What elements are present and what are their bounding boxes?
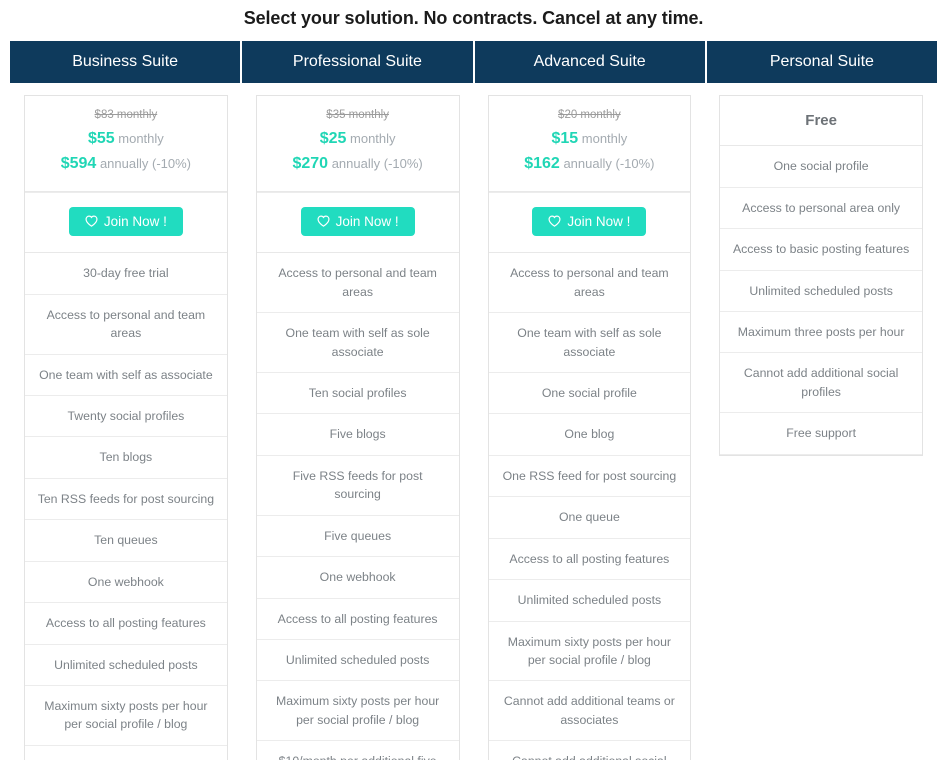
feature-item: One blog — [488, 414, 691, 456]
feature-item: Maximum three posts per hour — [720, 312, 922, 354]
feature-item: Unlimited scheduled posts — [25, 645, 227, 687]
annual-price-amount: $162 — [524, 154, 560, 172]
feature-item: Five RSS feeds for post sourcing — [256, 456, 459, 516]
annual-price-amount: $270 — [292, 154, 329, 172]
annual-price-suffix: annually (-10%) — [99, 155, 191, 171]
monthly-price-amount: $55 — [87, 130, 115, 148]
monthly-price-suffix: monthly — [118, 131, 164, 147]
plan-card-advanced-suite: $20 monthly $15 monthly $162 annually (-10… — [487, 95, 692, 760]
feature-item: One team with self as sole associate — [488, 313, 691, 373]
monthly-price-amount: $15 — [551, 130, 579, 148]
plan-header-business-suite[interactable]: Business Suite — [10, 41, 243, 84]
feature-item: Unlimited scheduled posts — [256, 640, 459, 682]
feature-item: $10/month per additional five social pro… — [257, 741, 459, 760]
monthly-price-row: $25 monthly — [267, 127, 449, 152]
annual-price-suffix: annually (-10%) — [563, 155, 655, 171]
annual-price-row: $162 annually (-10%) — [499, 152, 681, 177]
join-now-button[interactable]: Join Now ! — [300, 206, 415, 237]
plan-header-professional-suite[interactable]: Professional Suite — [242, 41, 475, 84]
plan-header-advanced-suite[interactable]: Advanced Suite — [475, 41, 707, 84]
pricing-block: $83 monthly $55 monthly $594 annually (-10… — [25, 96, 227, 192]
feature-item: Unlimited scheduled posts — [488, 580, 691, 622]
annual-price-row: $270 annually (-10%) — [267, 152, 449, 177]
original-price: $20 monthly — [558, 109, 621, 122]
plan-columns: $83 monthly $55 monthly $594 annually (-10… — [10, 83, 937, 760]
feature-item: One RSS feed for post sourcing — [488, 456, 691, 498]
page-title: Select your solution. No contracts. Canc… — [243, 8, 704, 28]
plan-column-professional-suite: $35 monthly $25 monthly $270 annually (-10… — [242, 83, 474, 760]
plan-card-professional-suite: $35 monthly $25 monthly $270 annually (-10… — [255, 95, 460, 760]
heart-icon — [317, 215, 330, 228]
feature-item: 30-day free trial — [25, 253, 227, 295]
plan-header-personal-suite[interactable]: Personal Suite — [707, 41, 937, 83]
feature-item: Ten queues — [25, 520, 227, 562]
feature-item: Cannot add additional social profiles, R… — [489, 741, 691, 760]
join-now-button[interactable]: Join Now ! — [532, 206, 647, 237]
plan-column-personal-suite: Free One social profile Access to personal… — [705, 83, 937, 456]
join-now-label: Join Now ! — [103, 213, 167, 229]
feature-item: Maximum sixty posts per hour per social … — [488, 622, 691, 682]
feature-item: Access to all posting features — [25, 603, 227, 645]
monthly-price-amount: $25 — [319, 130, 347, 148]
feature-item: Five queues — [256, 516, 459, 558]
original-price: $35 monthly — [326, 109, 389, 122]
monthly-price-suffix: monthly — [581, 131, 628, 147]
join-button-wrap: Join Now ! — [256, 191, 459, 254]
feature-item: One webhook — [25, 562, 227, 604]
feature-item: Maximum sixty posts per hour per social … — [25, 686, 227, 746]
feature-item: Five blogs — [256, 414, 459, 456]
feature-item: One team with self as associate — [25, 355, 227, 396]
feature-item: Twenty social profiles — [25, 396, 227, 438]
feature-item: Ten RSS feeds for post sourcing — [25, 479, 227, 521]
heart-icon — [85, 215, 98, 228]
plan-column-business-suite: $83 monthly $55 monthly $594 annually (-10… — [10, 83, 242, 760]
join-now-label: Join Now ! — [335, 213, 399, 229]
join-button-wrap: Join Now ! — [488, 191, 691, 254]
feature-item: Ten blogs — [25, 437, 227, 479]
feature-item: Access to all posting features — [488, 539, 691, 581]
feature-item: Post review and approval system — [25, 746, 227, 760]
monthly-price-row: $15 monthly — [499, 127, 681, 152]
feature-item: One queue — [488, 497, 691, 539]
plan-card-business-suite: $83 monthly $55 monthly $594 annually (-10… — [24, 95, 228, 760]
feature-item: Ten social profiles — [256, 373, 459, 415]
feature-item: One team with self as sole associate — [256, 313, 459, 373]
annual-price-suffix: annually (-10%) — [331, 155, 423, 171]
join-now-label: Join Now ! — [567, 213, 631, 229]
annual-price-row: $594 annually (-10%) — [35, 152, 217, 177]
pricing-page: Select your solution. No contracts. Canc… — [0, 0, 947, 760]
monthly-price-row: $55 monthly — [35, 127, 217, 152]
feature-item: Access to all posting features — [256, 599, 459, 641]
original-price: $83 monthly — [94, 109, 158, 122]
feature-item: Maximum sixty posts per hour per social … — [256, 681, 459, 742]
feature-item: One social profile — [488, 373, 691, 415]
pricing-block: $20 monthly $15 monthly $162 annually (-10… — [488, 96, 691, 192]
feature-item: Cannot add additional teams or associate… — [488, 681, 691, 742]
pricing-block: $35 monthly $25 monthly $270 annually (-10… — [256, 96, 459, 192]
free-price-label: Free — [720, 96, 922, 147]
feature-item: Access to personal and team areas — [256, 253, 459, 314]
feature-item: Access to personal and team areas — [25, 295, 227, 355]
plan-column-advanced-suite: $20 monthly $15 monthly $162 annually (-10… — [474, 83, 706, 760]
annual-price-amount: $594 — [60, 154, 97, 172]
feature-item: Unlimited scheduled posts — [720, 271, 922, 312]
feature-item: Access to personal area only — [720, 188, 922, 230]
feature-item: Free support — [720, 413, 922, 455]
join-now-button[interactable]: Join Now ! — [68, 206, 183, 237]
join-button-wrap: Join Now ! — [25, 191, 227, 254]
feature-item: Access to basic posting features — [720, 229, 922, 271]
feature-item: One social profile — [720, 146, 922, 188]
heart-icon — [548, 215, 561, 228]
plan-header-bar: Business Suite Professional Suite Advanc… — [10, 41, 937, 84]
monthly-price-suffix: monthly — [350, 131, 396, 147]
feature-item: Cannot add additional social profiles — [720, 353, 922, 414]
feature-item: One webhook — [256, 557, 459, 599]
feature-item: Access to personal and team areas — [488, 253, 691, 314]
plan-card-personal-suite: Free One social profile Access to personal… — [719, 95, 923, 456]
